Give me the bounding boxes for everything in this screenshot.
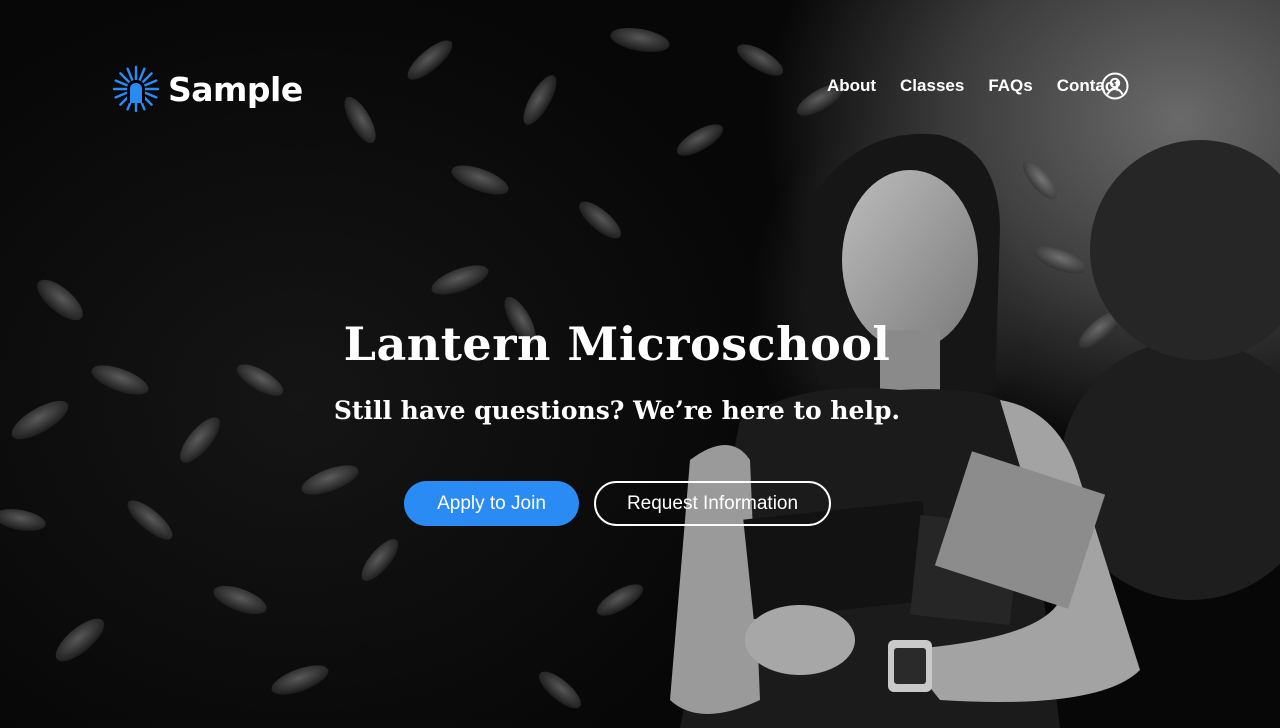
hero-cta-group: Apply to Join Request Information bbox=[404, 481, 831, 526]
brand-logo[interactable]: Sample bbox=[112, 64, 303, 114]
brand-name: Sample bbox=[168, 69, 303, 109]
nav-link-faqs[interactable]: FAQs bbox=[976, 74, 1044, 98]
site-header: Sample About Classes FAQs Contact bbox=[0, 0, 1280, 176]
hero-copy: Lantern Microschool Still have questions… bbox=[0, 312, 1234, 429]
apply-to-join-button[interactable]: Apply to Join bbox=[404, 481, 579, 526]
sunburst-logo-icon bbox=[112, 65, 160, 113]
nav-link-classes[interactable]: Classes bbox=[888, 74, 976, 98]
hero-section: Sample About Classes FAQs Contact Lanter… bbox=[0, 0, 1280, 728]
request-information-button[interactable]: Request Information bbox=[594, 481, 831, 526]
nav-link-about[interactable]: About bbox=[815, 74, 888, 98]
main-nav: About Classes FAQs Contact bbox=[815, 74, 1132, 98]
user-circle-icon[interactable] bbox=[1101, 72, 1129, 100]
hero-subtitle: Still have questions? We’re here to help… bbox=[333, 396, 901, 425]
hero-title: Lantern Microschool bbox=[343, 317, 891, 371]
